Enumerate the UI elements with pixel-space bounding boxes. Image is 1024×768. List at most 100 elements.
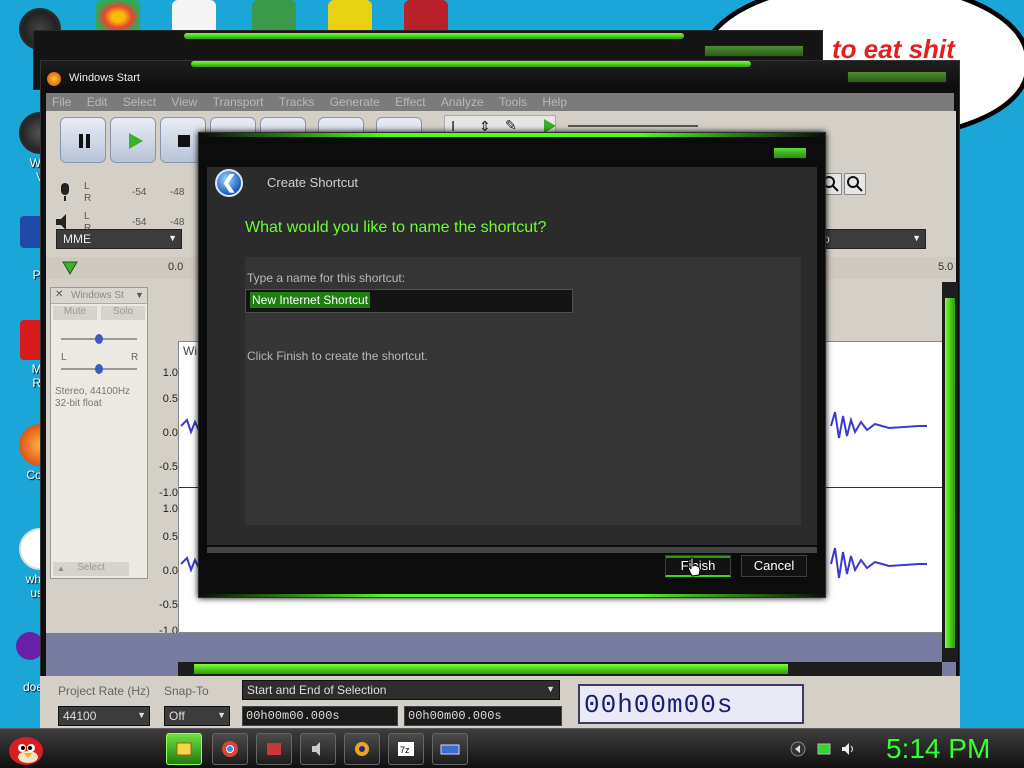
close-icon[interactable]: ✕ (55, 289, 63, 300)
solitaire-icon[interactable] (172, 0, 216, 34)
select-button-label: Select (77, 562, 105, 573)
snap-to-label: Snap-To (164, 684, 209, 698)
game-icon[interactable] (328, 0, 372, 34)
window-controls[interactable] (704, 45, 804, 57)
gain-slider-thumb[interactable] (95, 334, 103, 344)
app-icon[interactable] (404, 0, 448, 34)
scale-label: -1.0 (159, 487, 178, 499)
selection-start-time[interactable]: 00h00m00.000s (242, 706, 398, 726)
meter-left-label: L (84, 181, 90, 192)
scrollbar-thumb[interactable] (945, 298, 955, 648)
taskbar-chrome[interactable] (212, 733, 248, 765)
project-rate-select[interactable]: 44100 ▼ (58, 706, 150, 726)
end-time-value: 00h00m00.000s (408, 709, 502, 723)
taskbar-clock[interactable]: 5:14 PM (886, 733, 990, 765)
dialog-close-button[interactable] (773, 147, 807, 159)
selection-end-time[interactable]: 00h00m00.000s (404, 706, 562, 726)
speaker-icon (312, 742, 320, 756)
meter-tick: -54 (132, 187, 147, 198)
folder-icon (176, 742, 192, 756)
chrome-icon[interactable] (96, 0, 140, 34)
vertical-scrollbar[interactable] (942, 282, 958, 662)
pan-slider-thumb[interactable] (95, 364, 103, 374)
start-button-bird-icon[interactable] (6, 731, 46, 767)
playback-speed-slider[interactable] (568, 125, 698, 127)
scale-label: -0.5 (159, 599, 178, 611)
ruler-end-label: 5.0 (938, 261, 954, 273)
audio-position-value: 00h00m00s (584, 690, 734, 720)
shortcut-name-label: Type a name for this shortcut: (247, 271, 406, 285)
chevron-down-icon: ▼ (912, 233, 921, 243)
track-name[interactable]: Windows St (71, 290, 124, 301)
keyboard-icon (440, 744, 460, 755)
meter-left-label: L (84, 211, 90, 222)
scale-label: -0.5 (159, 461, 178, 473)
selection-mode-select[interactable]: Start and End of Selection ▼ (242, 680, 560, 700)
zoom-out-button[interactable] (844, 173, 866, 195)
window-title: Windows Start (69, 72, 140, 84)
pan-slider[interactable] (61, 364, 137, 374)
taskbar-screenshot[interactable] (256, 733, 292, 765)
pause-button[interactable] (60, 117, 106, 163)
track-header: ✕ Windows St ▼ (51, 288, 147, 304)
selection-toolbar: Project Rate (Hz) Snap-To 44100 ▼ Off ▼ … (40, 676, 960, 728)
taskbar-7zip[interactable]: 7z (388, 733, 424, 765)
menu-view[interactable]: View (171, 95, 197, 109)
chevron-down-icon: ▼ (137, 710, 146, 720)
menu-generate[interactable]: Generate (330, 95, 380, 109)
menu-file[interactable]: File (52, 95, 71, 109)
horizontal-scrollbar[interactable] (178, 662, 942, 676)
chrome-icon (222, 741, 238, 757)
back-arrow-icon: ❮ (221, 172, 237, 192)
audio-host-value: MME (63, 232, 91, 246)
scale-label: 0.0 (162, 565, 178, 577)
menu-edit[interactable]: Edit (87, 95, 108, 109)
finish-hint: Click Finish to create the shortcut. (247, 349, 428, 363)
menu-help[interactable]: Help (542, 95, 567, 109)
scrollbar-thumb[interactable] (194, 664, 788, 674)
menu-bar: File Edit Select View Transport Tracks G… (46, 93, 954, 111)
output-device-select[interactable]: o ▼ (816, 229, 926, 249)
svg-text:7z: 7z (400, 745, 410, 755)
shield-icon[interactable] (252, 0, 296, 34)
taskbar-volume[interactable] (300, 733, 336, 765)
mute-button[interactable]: Mute (53, 306, 97, 320)
menu-analyze[interactable]: Analyze (441, 95, 484, 109)
meter-tick: -48 (170, 217, 185, 228)
cancel-button[interactable]: Cancel (741, 555, 807, 577)
snap-to-select[interactable]: Off ▼ (164, 706, 230, 726)
menu-tools[interactable]: Tools (499, 95, 527, 109)
dialog-title: Create Shortcut (267, 175, 359, 190)
title-bar: Windows Start (41, 61, 959, 91)
track-control-panel: ✕ Windows St ▼ Mute Solo L R Stereo, 441… (50, 287, 148, 579)
taskbar: 7z 5:14 PM (0, 728, 1024, 768)
shortcut-name-input[interactable]: New Internet Shortcut (245, 289, 573, 313)
timeline-triangle-icon (62, 261, 78, 275)
window-controls[interactable] (847, 71, 947, 83)
dialog-panel: Type a name for this shortcut: New Inter… (245, 257, 801, 525)
back-button[interactable]: ❮ (215, 169, 243, 197)
taskbar-folder[interactable] (166, 733, 202, 765)
menu-tracks[interactable]: Tracks (279, 95, 315, 109)
menu-effect[interactable]: Effect (395, 95, 425, 109)
record-meter[interactable]: L R -54 -48 (52, 181, 192, 207)
microphone-icon (61, 183, 69, 201)
taskbar-keyboard[interactable] (432, 733, 468, 765)
cancel-button-label: Cancel (753, 558, 795, 573)
play-button[interactable] (110, 117, 156, 163)
audio-position[interactable]: 00h00m00s (578, 684, 804, 724)
taskbar-audacity[interactable] (344, 733, 380, 765)
meter-tick: -54 (132, 217, 147, 228)
gain-slider[interactable] (61, 334, 137, 344)
volume-icon[interactable] (840, 741, 856, 757)
pause-icon (79, 134, 90, 148)
battery-icon[interactable] (816, 741, 832, 757)
window-accent (184, 33, 684, 39)
tray-expand-icon[interactable] (790, 741, 806, 757)
menu-transport[interactable]: Transport (213, 95, 264, 109)
chevron-down-icon: ▼ (217, 710, 226, 720)
audio-host-select[interactable]: MME ▼ (56, 229, 182, 249)
menu-select[interactable]: Select (123, 95, 156, 109)
collapse-icon[interactable]: ▲ (57, 564, 65, 573)
solo-button[interactable]: Solo (101, 306, 145, 320)
